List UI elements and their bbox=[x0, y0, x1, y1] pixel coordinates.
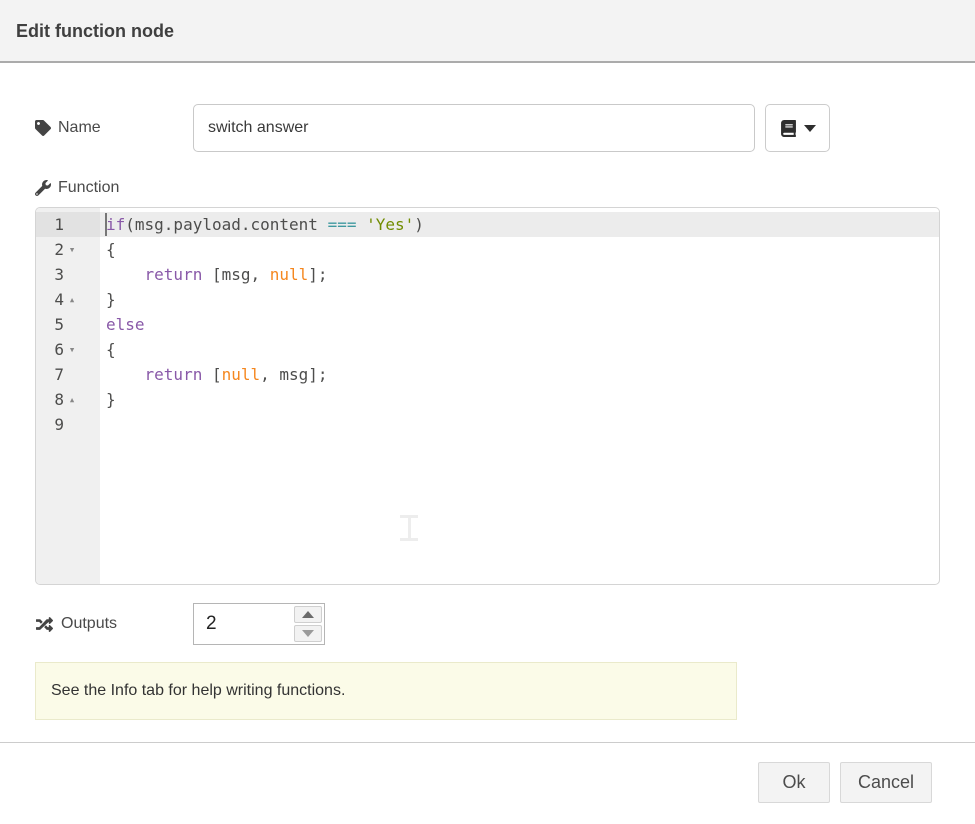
outputs-label-text: Outputs bbox=[61, 615, 117, 633]
line-number: 8▴ bbox=[36, 387, 100, 412]
code-text bbox=[100, 412, 939, 437]
code-text: } bbox=[100, 387, 939, 412]
fold-open-icon[interactable]: ▾ bbox=[65, 337, 79, 362]
spinner-down-button[interactable] bbox=[294, 625, 322, 642]
code-line-2[interactable]: 2▾{ bbox=[36, 237, 939, 262]
code-line-4[interactable]: 4▴} bbox=[36, 287, 939, 312]
line-number: 3 bbox=[36, 262, 100, 287]
caret-down-icon bbox=[804, 125, 816, 132]
form-tip-text: See the Info tab for help writing functi… bbox=[51, 682, 345, 700]
code-line-7[interactable]: 7 return [null, msg]; bbox=[36, 362, 939, 387]
dialog-header: Edit function node bbox=[0, 0, 975, 63]
ok-button[interactable]: Ok bbox=[758, 762, 830, 803]
code-line-9[interactable]: 9 bbox=[36, 412, 939, 437]
fold-close-icon[interactable]: ▴ bbox=[65, 287, 79, 312]
spinner-up-button[interactable] bbox=[294, 606, 322, 623]
code-line-1[interactable]: 1if(msg.payload.content === 'Yes') bbox=[36, 212, 939, 237]
line-number: 9 bbox=[36, 412, 100, 437]
outputs-spinner bbox=[193, 603, 325, 645]
editor-text-cursor bbox=[105, 213, 107, 236]
line-number: 2▾ bbox=[36, 237, 100, 262]
function-label: Function bbox=[35, 177, 119, 199]
line-number: 5 bbox=[36, 312, 100, 337]
library-button[interactable] bbox=[765, 104, 830, 152]
editor-lines: 1if(msg.payload.content === 'Yes')2▾{3 r… bbox=[36, 212, 939, 437]
triangle-up-icon bbox=[302, 611, 314, 618]
cancel-button[interactable]: Cancel bbox=[840, 762, 932, 803]
name-label-text: Name bbox=[58, 119, 101, 137]
function-label-text: Function bbox=[58, 179, 119, 197]
line-number: 4▴ bbox=[36, 287, 100, 312]
name-input[interactable] bbox=[193, 104, 755, 152]
edit-function-node-dialog: Edit function node Name Function 1if(msg… bbox=[0, 0, 975, 824]
outputs-label: Outputs bbox=[35, 613, 117, 635]
form-tip: See the Info tab for help writing functi… bbox=[35, 662, 737, 720]
triangle-down-icon bbox=[302, 630, 314, 637]
code-text: if(msg.payload.content === 'Yes') bbox=[100, 212, 939, 237]
fold-open-icon[interactable]: ▾ bbox=[65, 237, 79, 262]
code-text: return [null, msg]; bbox=[100, 362, 939, 387]
code-line-3[interactable]: 3 return [msg, null]; bbox=[36, 262, 939, 287]
code-text: else bbox=[100, 312, 939, 337]
shuffle-icon bbox=[35, 616, 54, 633]
line-number: 1 bbox=[36, 212, 100, 237]
function-code-editor[interactable]: 1if(msg.payload.content === 'Yes')2▾{3 r… bbox=[35, 207, 940, 585]
code-text: { bbox=[100, 337, 939, 362]
dialog-title: Edit function node bbox=[16, 0, 174, 63]
tag-icon bbox=[35, 120, 51, 136]
name-label: Name bbox=[35, 117, 101, 139]
outputs-input[interactable] bbox=[194, 604, 292, 644]
spinner-buttons bbox=[294, 606, 322, 642]
mouse-cursor-ibeam bbox=[400, 515, 418, 541]
footer-divider bbox=[0, 742, 975, 743]
code-line-8[interactable]: 8▴} bbox=[36, 387, 939, 412]
wrench-icon bbox=[35, 180, 51, 196]
line-number: 7 bbox=[36, 362, 100, 387]
line-number: 6▾ bbox=[36, 337, 100, 362]
code-text: } bbox=[100, 287, 939, 312]
code-text: return [msg, null]; bbox=[100, 262, 939, 287]
fold-close-icon[interactable]: ▴ bbox=[65, 387, 79, 412]
code-line-5[interactable]: 5else bbox=[36, 312, 939, 337]
code-line-6[interactable]: 6▾{ bbox=[36, 337, 939, 362]
book-icon bbox=[780, 120, 797, 137]
code-text: { bbox=[100, 237, 939, 262]
